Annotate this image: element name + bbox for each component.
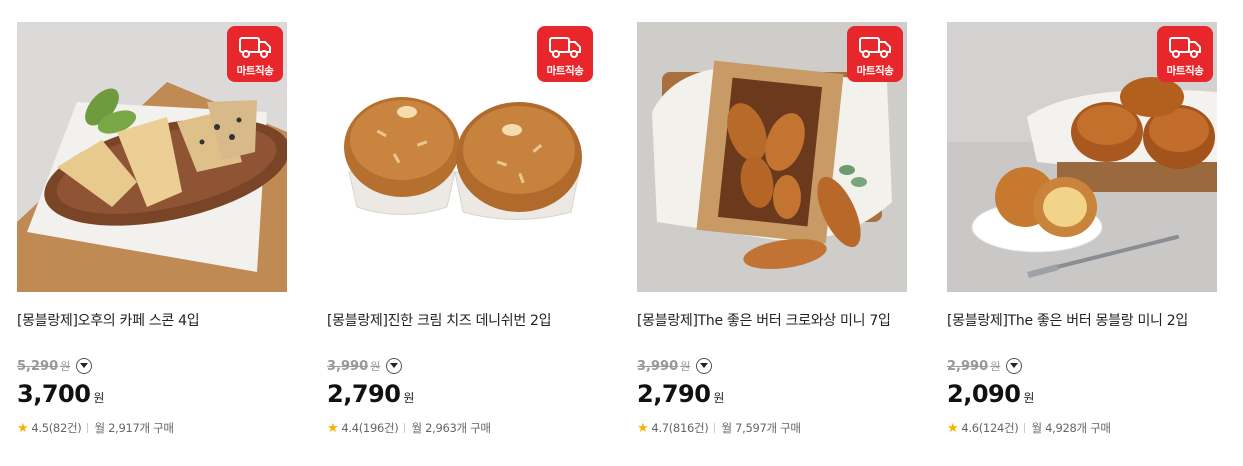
divider <box>404 423 406 433</box>
original-price: 3,990 <box>327 358 369 374</box>
monthly-sales: 월 7,597개 구매 <box>721 421 801 435</box>
product-meta: ★ 4.5(82건) 월 2,917개 구매 <box>17 420 174 436</box>
product-title[interactable]: [몽블랑제]진한 크림 치즈 데니쉬번 2입 <box>327 310 599 330</box>
original-price-unit: 원 <box>60 360 71 373</box>
rating: 4.4(196건) <box>341 421 399 435</box>
sale-price-unit: 원 <box>713 391 725 405</box>
sale-price: 2,790 <box>637 380 711 408</box>
chevron-down-icon[interactable] <box>1006 358 1023 374</box>
sale-price-row: 2,790 원 <box>327 380 414 408</box>
product-image[interactable]: 마트직송 <box>947 22 1217 292</box>
divider <box>87 423 89 433</box>
monthly-sales: 월 2,917개 구매 <box>94 421 174 435</box>
direct-delivery-badge: 마트직송 <box>1157 26 1213 82</box>
sale-price: 2,090 <box>947 380 1021 408</box>
product-title[interactable]: [몽블랑제]The 좋은 버터 크로와상 미니 7입 <box>637 310 909 330</box>
sale-price-unit: 원 <box>1023 391 1035 405</box>
sale-price: 3,700 <box>17 380 91 408</box>
delivery-truck-icon <box>1169 37 1201 58</box>
star-icon: ★ <box>17 420 29 436</box>
original-price-unit: 원 <box>680 360 691 373</box>
delivery-truck-icon <box>239 37 271 58</box>
product-card[interactable]: 마트직송 [몽블랑제]오후의 카페 스콘 4입 5,290 원 3,700 원 … <box>17 0 289 466</box>
product-card[interactable]: 마트직송 [몽블랑제]The 좋은 버터 몽블랑 미니 2입 2,990 원 2… <box>947 0 1219 466</box>
original-price-row: 3,990 원 <box>637 356 713 376</box>
original-price-row: 3,990 원 <box>327 356 403 376</box>
sale-price-unit: 원 <box>93 391 105 405</box>
rating: 4.6(124건) <box>961 421 1019 435</box>
product-title[interactable]: [몽블랑제]The 좋은 버터 몽블랑 미니 2입 <box>947 310 1219 330</box>
badge-label: 마트직송 <box>236 65 274 77</box>
rating: 4.7(816건) <box>651 421 709 435</box>
monthly-sales: 월 2,963개 구매 <box>411 421 491 435</box>
product-image[interactable]: 마트직송 <box>327 22 597 292</box>
product-image[interactable]: 마트직송 <box>17 22 287 292</box>
badge-label: 마트직송 <box>546 65 584 77</box>
direct-delivery-badge: 마트직송 <box>227 26 283 82</box>
original-price-unit: 원 <box>990 360 1001 373</box>
original-price-row: 5,290 원 <box>17 356 93 376</box>
sale-price-row: 2,790 원 <box>637 380 724 408</box>
product-title[interactable]: [몽블랑제]오후의 카페 스콘 4입 <box>17 310 289 330</box>
monthly-sales: 월 4,928개 구매 <box>1031 421 1111 435</box>
product-card[interactable]: 마트직송 [몽블랑제]진한 크림 치즈 데니쉬번 2입 3,990 원 2,79… <box>327 0 599 466</box>
product-image[interactable]: 마트직송 <box>637 22 907 292</box>
badge-label: 마트직송 <box>1166 65 1204 77</box>
divider <box>714 423 716 433</box>
rating: 4.5(82건) <box>31 421 82 435</box>
sale-price-row: 3,700 원 <box>17 380 104 408</box>
star-icon: ★ <box>327 420 339 436</box>
chevron-down-icon[interactable] <box>696 358 713 374</box>
star-icon: ★ <box>947 420 959 436</box>
original-price-unit: 원 <box>370 360 381 373</box>
original-price: 2,990 <box>947 358 989 374</box>
sale-price: 2,790 <box>327 380 401 408</box>
original-price-row: 2,990 원 <box>947 356 1023 376</box>
original-price: 3,990 <box>637 358 679 374</box>
product-meta: ★ 4.7(816건) 월 7,597개 구매 <box>637 420 801 436</box>
divider <box>1024 423 1026 433</box>
product-card[interactable]: 마트직송 [몽블랑제]The 좋은 버터 크로와상 미니 7입 3,990 원 … <box>637 0 909 466</box>
direct-delivery-badge: 마트직송 <box>537 26 593 82</box>
delivery-truck-icon <box>549 37 581 58</box>
product-meta: ★ 4.6(124건) 월 4,928개 구매 <box>947 420 1111 436</box>
chevron-down-icon[interactable] <box>76 358 93 374</box>
original-price: 5,290 <box>17 358 59 374</box>
star-icon: ★ <box>637 420 649 436</box>
badge-label: 마트직송 <box>856 65 894 77</box>
chevron-down-icon[interactable] <box>386 358 403 374</box>
sale-price-row: 2,090 원 <box>947 380 1034 408</box>
direct-delivery-badge: 마트직송 <box>847 26 903 82</box>
product-meta: ★ 4.4(196건) 월 2,963개 구매 <box>327 420 491 436</box>
product-grid: 마트직송 [몽블랑제]오후의 카페 스콘 4입 5,290 원 3,700 원 … <box>0 0 1243 466</box>
delivery-truck-icon <box>859 37 891 58</box>
sale-price-unit: 원 <box>403 391 415 405</box>
